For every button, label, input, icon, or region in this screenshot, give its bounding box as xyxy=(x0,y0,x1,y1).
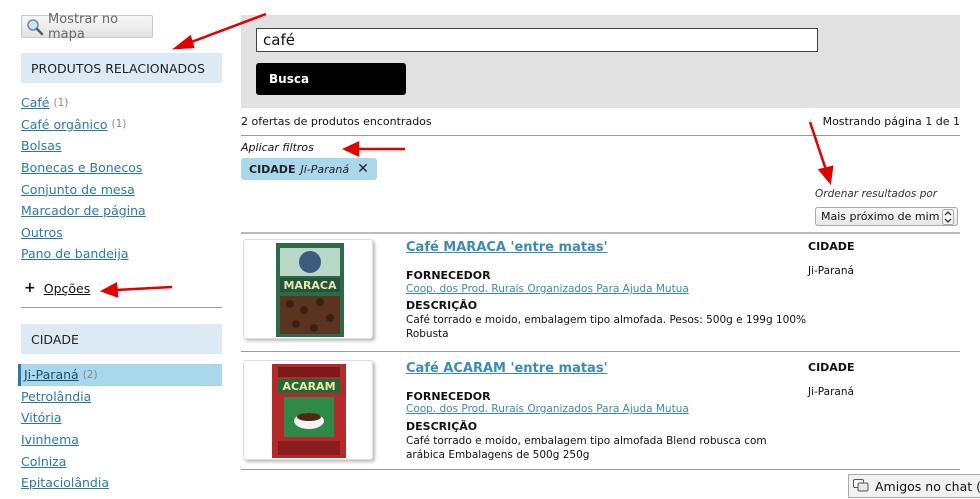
related-item-link[interactable]: Conjunto de mesa xyxy=(21,182,135,197)
product-divider xyxy=(241,351,960,352)
product-divider xyxy=(241,469,960,470)
related-item-link[interactable]: Café orgânico xyxy=(21,117,108,132)
options-label: Opções xyxy=(43,280,91,296)
related-products-list: Café (1) Café orgânico (1) Bolsas Bonecas … xyxy=(21,92,222,265)
chat-label: Amigos no chat (0 xyxy=(875,478,980,494)
related-item-cafe[interactable]: Café (1) xyxy=(21,92,222,114)
related-item-link[interactable]: Pano de bandeija xyxy=(21,246,129,261)
search-button[interactable]: Busca xyxy=(256,63,406,95)
chat-bubble-icon xyxy=(853,479,869,493)
related-item-cafe-organico[interactable]: Café orgânico (1) xyxy=(21,114,222,136)
results-divider xyxy=(241,135,960,136)
search-input[interactable]: café xyxy=(256,28,818,52)
annotation-arrow-line xyxy=(114,285,173,292)
annotation-arrowhead xyxy=(342,141,360,157)
description-label: DESCRIÇÃO xyxy=(406,299,478,312)
package-brand-text: ACARAM xyxy=(282,380,335,393)
related-products-heading-text: PRODUTOS RELACIONADOS xyxy=(31,60,205,76)
city-value: Ji-Paraná xyxy=(808,265,854,277)
related-item-link[interactable]: Bonecas e Bonecos xyxy=(21,160,142,175)
city-item-epitaciolandia[interactable]: Epitaciolândia xyxy=(21,472,222,494)
product-title-link[interactable]: Café ACARAM 'entre matas' xyxy=(406,361,608,376)
city-heading: CIDADE xyxy=(21,324,222,354)
remove-filter-icon[interactable]: ✕ xyxy=(357,161,369,177)
related-item-link[interactable]: Outros xyxy=(21,225,63,240)
related-item-count: (1) xyxy=(111,118,127,131)
related-item-marcador[interactable]: Marcador de página xyxy=(21,200,222,222)
city-item-petrolandia[interactable]: Petrolândia xyxy=(21,386,222,408)
plus-icon: + xyxy=(24,280,36,296)
show-map-label: Mostrar no mapa xyxy=(48,11,119,42)
search-panel: café Busca xyxy=(241,15,960,108)
related-item-link[interactable]: Café xyxy=(21,95,49,110)
city-item-count: (2) xyxy=(82,368,98,381)
sort-select-value: Mais próximo de mim xyxy=(821,210,940,223)
city-item-link[interactable]: Ivinhema xyxy=(21,432,79,447)
supplier-link[interactable]: Coop. dos Prod. Rurais Organizados Para … xyxy=(406,403,689,415)
city-item-link[interactable]: Epitaciolândia xyxy=(21,475,109,490)
package-brand-text: MARACA xyxy=(283,279,337,292)
city-item-link[interactable]: Ji-Paraná xyxy=(24,367,79,382)
supplier-label: FORNECEDOR xyxy=(406,390,491,403)
show-map-button[interactable]: Mostrar no mapa xyxy=(21,12,153,42)
annotation-arrowhead xyxy=(172,34,195,50)
related-item-conjunto-mesa[interactable]: Conjunto de mesa xyxy=(21,178,222,200)
related-item-link[interactable]: Marcador de página xyxy=(21,203,146,218)
related-item-bonecas[interactable]: Bonecas e Bonecos xyxy=(21,157,222,179)
product-card: ACARAM Café ACARAM 'entre matas' FORNECE… xyxy=(241,355,960,469)
product-card: MARACA Café MARACA 'entre matas' FORNECE… xyxy=(241,234,960,351)
city-item-link[interactable]: Vitória xyxy=(21,410,62,425)
search-query-text: café xyxy=(263,31,295,49)
city-label: CIDADE xyxy=(808,240,855,253)
product-description: Café torrado e moido, embalagem tipo alm… xyxy=(406,435,767,461)
city-list: Ji-Paraná (2) Petrolândia Vitória Ivinhem… xyxy=(18,364,222,494)
filter-value: Ji-Paraná xyxy=(300,162,350,176)
supplier-label: FORNECEDOR xyxy=(406,269,491,282)
city-value: Ji-Paraná xyxy=(808,386,854,398)
options-toggle[interactable]: + Opções xyxy=(24,280,90,296)
magnifier-icon xyxy=(26,18,44,36)
related-item-link[interactable]: Bolsas xyxy=(21,138,61,153)
sort-label: Ordenar resultados por xyxy=(815,188,938,200)
sort-select[interactable]: Mais próximo de mim xyxy=(815,207,958,226)
filter-key: CIDADE xyxy=(249,162,296,176)
chat-bar[interactable]: Amigos no chat (0 xyxy=(848,474,980,498)
city-label: CIDADE xyxy=(808,361,855,374)
annotation-arrowhead xyxy=(99,281,119,298)
annotation-arrow-line xyxy=(808,121,828,171)
annotation-arrowhead xyxy=(817,165,834,185)
product-title-link[interactable]: Café MARACA 'entre matas' xyxy=(406,240,608,255)
related-products-heading: PRODUTOS RELACIONADOS xyxy=(21,53,222,83)
related-item-count: (1) xyxy=(53,96,69,109)
search-button-label: Busca xyxy=(269,72,310,86)
product-image[interactable]: ACARAM xyxy=(243,360,373,460)
city-item-link[interactable]: Colniza xyxy=(21,454,66,469)
sidebar-divider xyxy=(21,307,222,308)
city-item-colniza[interactable]: Colniza xyxy=(21,450,222,472)
city-item-vitoria[interactable]: Vitória xyxy=(21,407,222,429)
city-item-ji-parana[interactable]: Ji-Paraná (2) xyxy=(18,364,222,386)
active-filter-tag[interactable]: CIDADE Ji-Paraná ✕ xyxy=(241,158,377,180)
description-label: DESCRIÇÃO xyxy=(406,420,478,433)
product-image[interactable]: MARACA xyxy=(243,239,373,339)
updown-chevron-icon xyxy=(942,209,954,225)
city-heading-text: CIDADE xyxy=(31,331,79,347)
city-item-ivinhema[interactable]: Ivinhema xyxy=(21,429,222,451)
related-item-bolsas[interactable]: Bolsas xyxy=(21,135,222,157)
related-item-outros[interactable]: Outros xyxy=(21,222,222,244)
results-count: 2 ofertas de produtos encontrados xyxy=(241,115,432,128)
supplier-link[interactable]: Coop. dos Prod. Rurais Organizados Para … xyxy=(406,283,689,295)
related-item-pano[interactable]: Pano de bandeija xyxy=(21,243,222,265)
apply-filters-label: Aplicar filtros xyxy=(241,141,314,154)
product-description: Café torrado e moido, embalagem tipo alm… xyxy=(406,314,807,340)
page-info: Mostrando página 1 de 1 xyxy=(822,115,960,128)
city-item-link[interactable]: Petrolândia xyxy=(21,389,91,404)
